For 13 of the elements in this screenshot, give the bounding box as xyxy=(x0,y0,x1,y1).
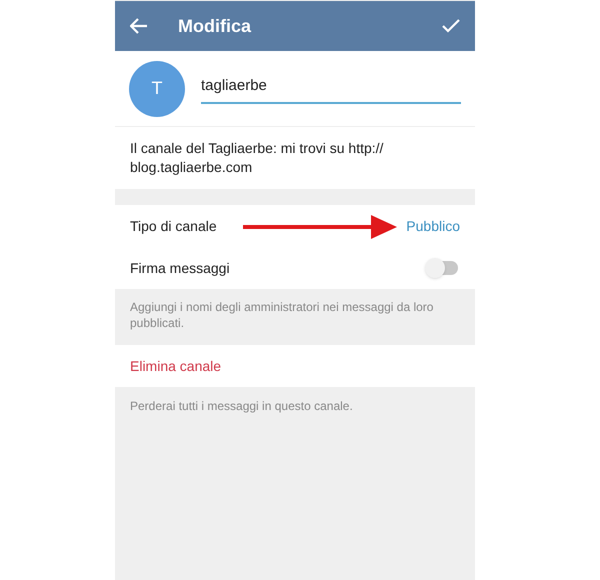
sign-hint: Aggiungi i nomi degli amministratori nei messaggi da loro pubblicati. xyxy=(129,299,434,332)
check-icon[interactable] xyxy=(442,19,460,33)
back-icon[interactable] xyxy=(130,18,148,34)
setting-label: Firma messaggi xyxy=(130,258,230,278)
setting-value[interactable]: Pubblico xyxy=(406,216,460,236)
channel-description[interactable]: Il canale del Tagliaerbe: mi trovi su http:// blog.tagliaerbe.com xyxy=(130,139,420,177)
screen-title: Modifica xyxy=(178,14,252,38)
toggle-switch[interactable] xyxy=(428,261,458,275)
channel-avatar[interactable]: T xyxy=(129,60,185,116)
delete-hint: Perderai tutti i messaggi in questo canale. xyxy=(129,398,354,415)
setting-label: Tipo di canale xyxy=(130,216,217,236)
channel-name-field[interactable]: tagliaerbe xyxy=(201,74,461,104)
delete-channel-link[interactable]: Elimina canale xyxy=(130,356,222,376)
